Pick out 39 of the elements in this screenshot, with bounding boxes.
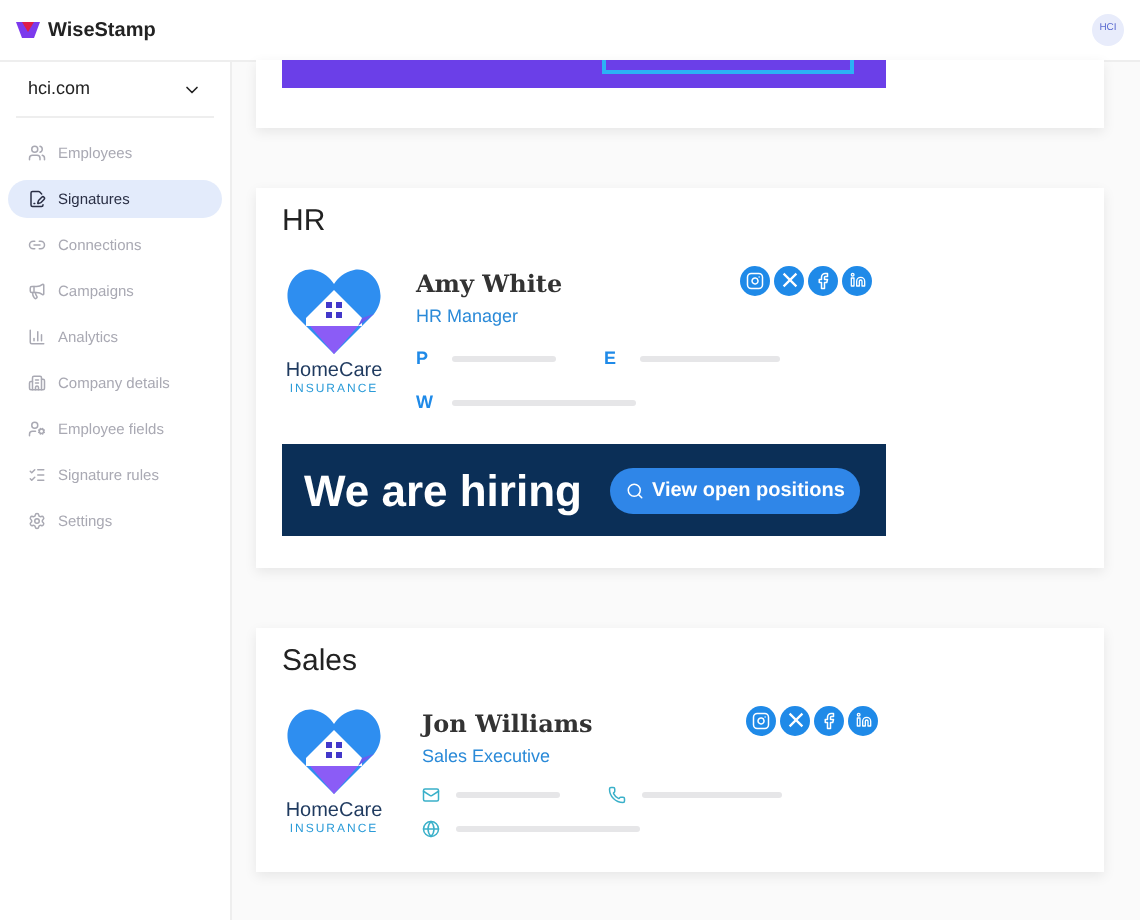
heart-house-icon: [286, 265, 382, 357]
instagram-icon[interactable]: [746, 705, 776, 735]
banner-headline: We are hiring: [304, 463, 582, 520]
heart-house-icon: [286, 705, 382, 797]
facebook-icon[interactable]: [814, 705, 844, 735]
menu-icon: [28, 282, 46, 300]
search-icon: [625, 481, 644, 499]
job-title: HR Manager: [416, 303, 521, 330]
menu-icon: [28, 190, 46, 208]
section-title: HR: [282, 202, 328, 242]
contact-label: W: [416, 389, 435, 415]
contact-label: E: [604, 346, 619, 372]
linkedin-icon[interactable]: [848, 705, 878, 735]
x-icon[interactable]: [774, 265, 804, 295]
phone-icon: [608, 786, 626, 804]
menu-icon: [28, 420, 46, 438]
globe-icon: [422, 820, 440, 838]
menu-icon: [28, 328, 46, 346]
view-positions-button[interactable]: View open positions: [609, 467, 861, 513]
linkedin-icon[interactable]: [842, 265, 872, 295]
brand-name: WiseStamp: [48, 17, 156, 45]
menu-icon: [28, 374, 46, 392]
menu-icon: [28, 144, 46, 162]
menu-icon: [28, 466, 46, 484]
job-title: Sales Executive: [422, 743, 553, 769]
domain-dropdown[interactable]: hci.com: [16, 62, 214, 118]
instagram-icon[interactable]: [740, 265, 770, 295]
person-name: Amy White: [416, 267, 563, 301]
menu-icon: [28, 236, 46, 254]
logo-brand: HomeCare: [285, 361, 383, 381]
contact-label: P: [416, 346, 431, 372]
section-title: Sales: [282, 642, 360, 682]
logo-icon: [16, 22, 40, 38]
facebook-icon[interactable]: [808, 265, 838, 295]
logo-brand: HomeCare: [285, 801, 383, 821]
person-name: Jon Williams: [422, 707, 593, 741]
envelope-icon: [422, 786, 440, 804]
menu-icon: [28, 512, 46, 530]
x-icon[interactable]: [780, 705, 810, 735]
